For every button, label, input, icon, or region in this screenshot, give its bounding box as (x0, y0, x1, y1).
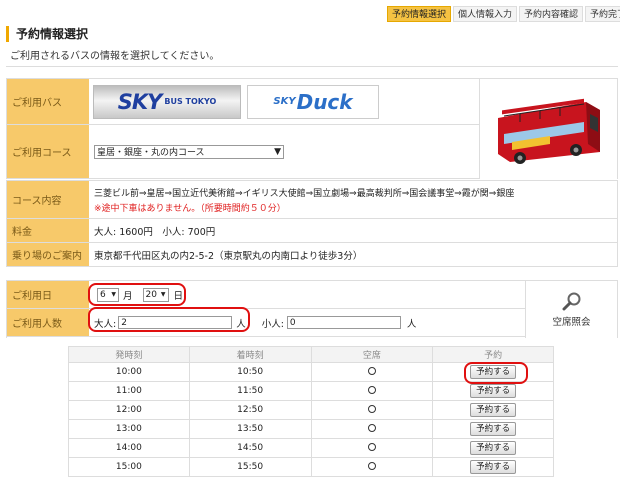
chevron-down-icon: ▼ (274, 146, 281, 157)
header-reserve: 予約 (432, 346, 554, 363)
step-personal-info: 個人情報入力 (453, 6, 518, 22)
price-value: 大人: 1600円 小人: 700円 (94, 226, 216, 238)
date-row: ご利用日 6 ▼ 月 20 ▼ 日 (7, 281, 525, 309)
reserve-cell: 予約する (432, 400, 554, 420)
skyduck-logo-big: Duck (296, 89, 353, 114)
vacancy-cell (310, 381, 434, 401)
course-detail-table: コース内容 三菱ビル前⇒皇居⇒国立近代美術館⇒イギリス大使館⇒国立劇場⇒最高裁判… (6, 180, 618, 267)
boarding-value: 東京都千代田区丸の内2-5-2（東京駅丸の内南口より徒歩3分） (94, 250, 363, 262)
table-row: 12:00 12:50 予約する (68, 400, 554, 420)
vacancy-cell (310, 400, 434, 420)
progress-steps: 予約情報選択 個人情報入力 予約内容確認 予約完了 (387, 6, 620, 22)
available-circle-icon (367, 366, 376, 375)
boarding-row: 乗り場のご案内 東京都千代田区丸の内2-5-2（東京駅丸の内南口より徒歩3分） (7, 243, 617, 267)
magnifier-icon (562, 292, 580, 311)
arrive-time: 13:50 (188, 419, 312, 439)
arrive-time: 12:50 (188, 400, 312, 420)
people-highlight (88, 307, 250, 332)
depart-time: 12:00 (68, 400, 190, 420)
title-bar: 予約情報選択 (6, 26, 88, 42)
available-circle-icon (367, 385, 376, 394)
boarding-label: 乗り場のご案内 (7, 243, 89, 266)
table-row: 15:00 15:50 予約する (68, 457, 554, 477)
schedule-header-row: 発時刻 着時刻 空席 予約 (68, 346, 554, 363)
reserve-button[interactable]: 予約する (470, 460, 517, 474)
child-count-value: 0 (289, 317, 296, 328)
step-info-select: 予約情報選択 (387, 6, 452, 22)
step-confirm: 予約内容確認 (519, 6, 584, 22)
vacancy-cell (310, 362, 434, 382)
course-note: ※途中下車はありません。（所要時間約５０分） (94, 203, 286, 214)
course-detail-value: 三菱ビル前⇒皇居⇒国立近代美術館⇒イギリス大使館⇒国立劇場⇒最高裁判所⇒国会議事… (89, 181, 617, 218)
price-row: 料金 大人: 1600円 小人: 700円 (7, 219, 617, 243)
child-label: 小人: (261, 318, 284, 330)
arrive-time: 15:50 (188, 457, 312, 477)
people-label: ご利用人数 (7, 309, 89, 336)
depart-time: 11:00 (68, 381, 190, 401)
depart-time: 13:00 (68, 419, 190, 439)
reserve-cell: 予約する (432, 381, 554, 401)
reserve-cell: 予約する (432, 457, 554, 477)
price-label: 料金 (7, 219, 89, 242)
header-depart: 発時刻 (68, 346, 190, 363)
vacancy-cell (310, 457, 434, 477)
page-title: 予約情報選択 (16, 27, 89, 41)
child-count-input[interactable]: 0 (286, 316, 401, 329)
bus-label: ご利用バス (7, 79, 89, 124)
reserve-highlight (464, 362, 528, 384)
page-subtitle: ご利用されるバスの情報を選択してください。 (10, 51, 220, 62)
course-label: ご利用コース (7, 125, 89, 178)
double-decker-bus-image (497, 98, 600, 164)
child-unit: 人 (406, 318, 417, 330)
table-row: 13:00 13:50 予約する (68, 419, 554, 439)
table-row: 11:00 11:50 予約する (68, 381, 554, 401)
bus-photo (479, 79, 617, 179)
reserve-button[interactable]: 予約する (470, 403, 517, 417)
skybus-logo[interactable]: SKY BUS TOKYO (93, 84, 241, 119)
course-detail-label: コース内容 (7, 181, 89, 218)
bus-course-table: ご利用バス SKY BUS TOKYO SKY Duck ご利用コース 皇居・銀… (6, 78, 618, 179)
skyduck-logo[interactable]: SKY Duck (247, 84, 379, 119)
depart-time: 15:00 (68, 457, 190, 477)
divider (6, 66, 618, 67)
table-row: 14:00 14:50 予約する (68, 438, 554, 458)
arrive-time: 14:50 (188, 438, 312, 458)
reserve-cell: 予約する (432, 419, 554, 439)
course-select-value: 皇居・銀座・丸の内コース (97, 148, 205, 158)
arrive-time: 11:50 (188, 381, 312, 401)
date-highlight (88, 283, 186, 306)
header-vacancy: 空席 (310, 346, 434, 363)
reserve-button[interactable]: 予約する (470, 422, 517, 436)
header-arrive: 着時刻 (188, 346, 312, 363)
depart-time: 10:00 (68, 362, 190, 382)
skybus-logo-text: SKY (117, 89, 163, 114)
people-row: ご利用人数 大人: 2 人 小人: 0 人 (7, 309, 525, 337)
step-complete: 予約完了 (585, 6, 620, 22)
reserve-button[interactable]: 予約する (470, 441, 517, 455)
skyduck-logo-small: SKY (273, 96, 296, 107)
reserve-cell: 予約する (432, 438, 554, 458)
available-circle-icon (367, 423, 376, 432)
arrive-time: 10:50 (188, 362, 312, 382)
available-circle-icon (367, 404, 376, 413)
availability-check-button[interactable]: 空席照会 (525, 281, 617, 338)
vacancy-cell (310, 419, 434, 439)
available-circle-icon (367, 442, 376, 451)
course-route: 三菱ビル前⇒皇居⇒国立近代美術館⇒イギリス大使館⇒国立劇場⇒最高裁判所⇒国会議事… (94, 188, 515, 199)
vacancy-cell (310, 438, 434, 458)
available-circle-icon (367, 461, 376, 470)
reserve-button[interactable]: 予約する (470, 384, 517, 398)
course-select[interactable]: 皇居・銀座・丸の内コース ▼ (94, 144, 284, 159)
course-detail-row: コース内容 三菱ビル前⇒皇居⇒国立近代美術館⇒イギリス大使館⇒国立劇場⇒最高裁判… (7, 181, 617, 219)
date-label: ご利用日 (7, 281, 89, 308)
availability-check-label: 空席照会 (552, 317, 591, 328)
skybus-logo-sub: BUS TOKYO (164, 97, 217, 106)
depart-time: 14:00 (68, 438, 190, 458)
